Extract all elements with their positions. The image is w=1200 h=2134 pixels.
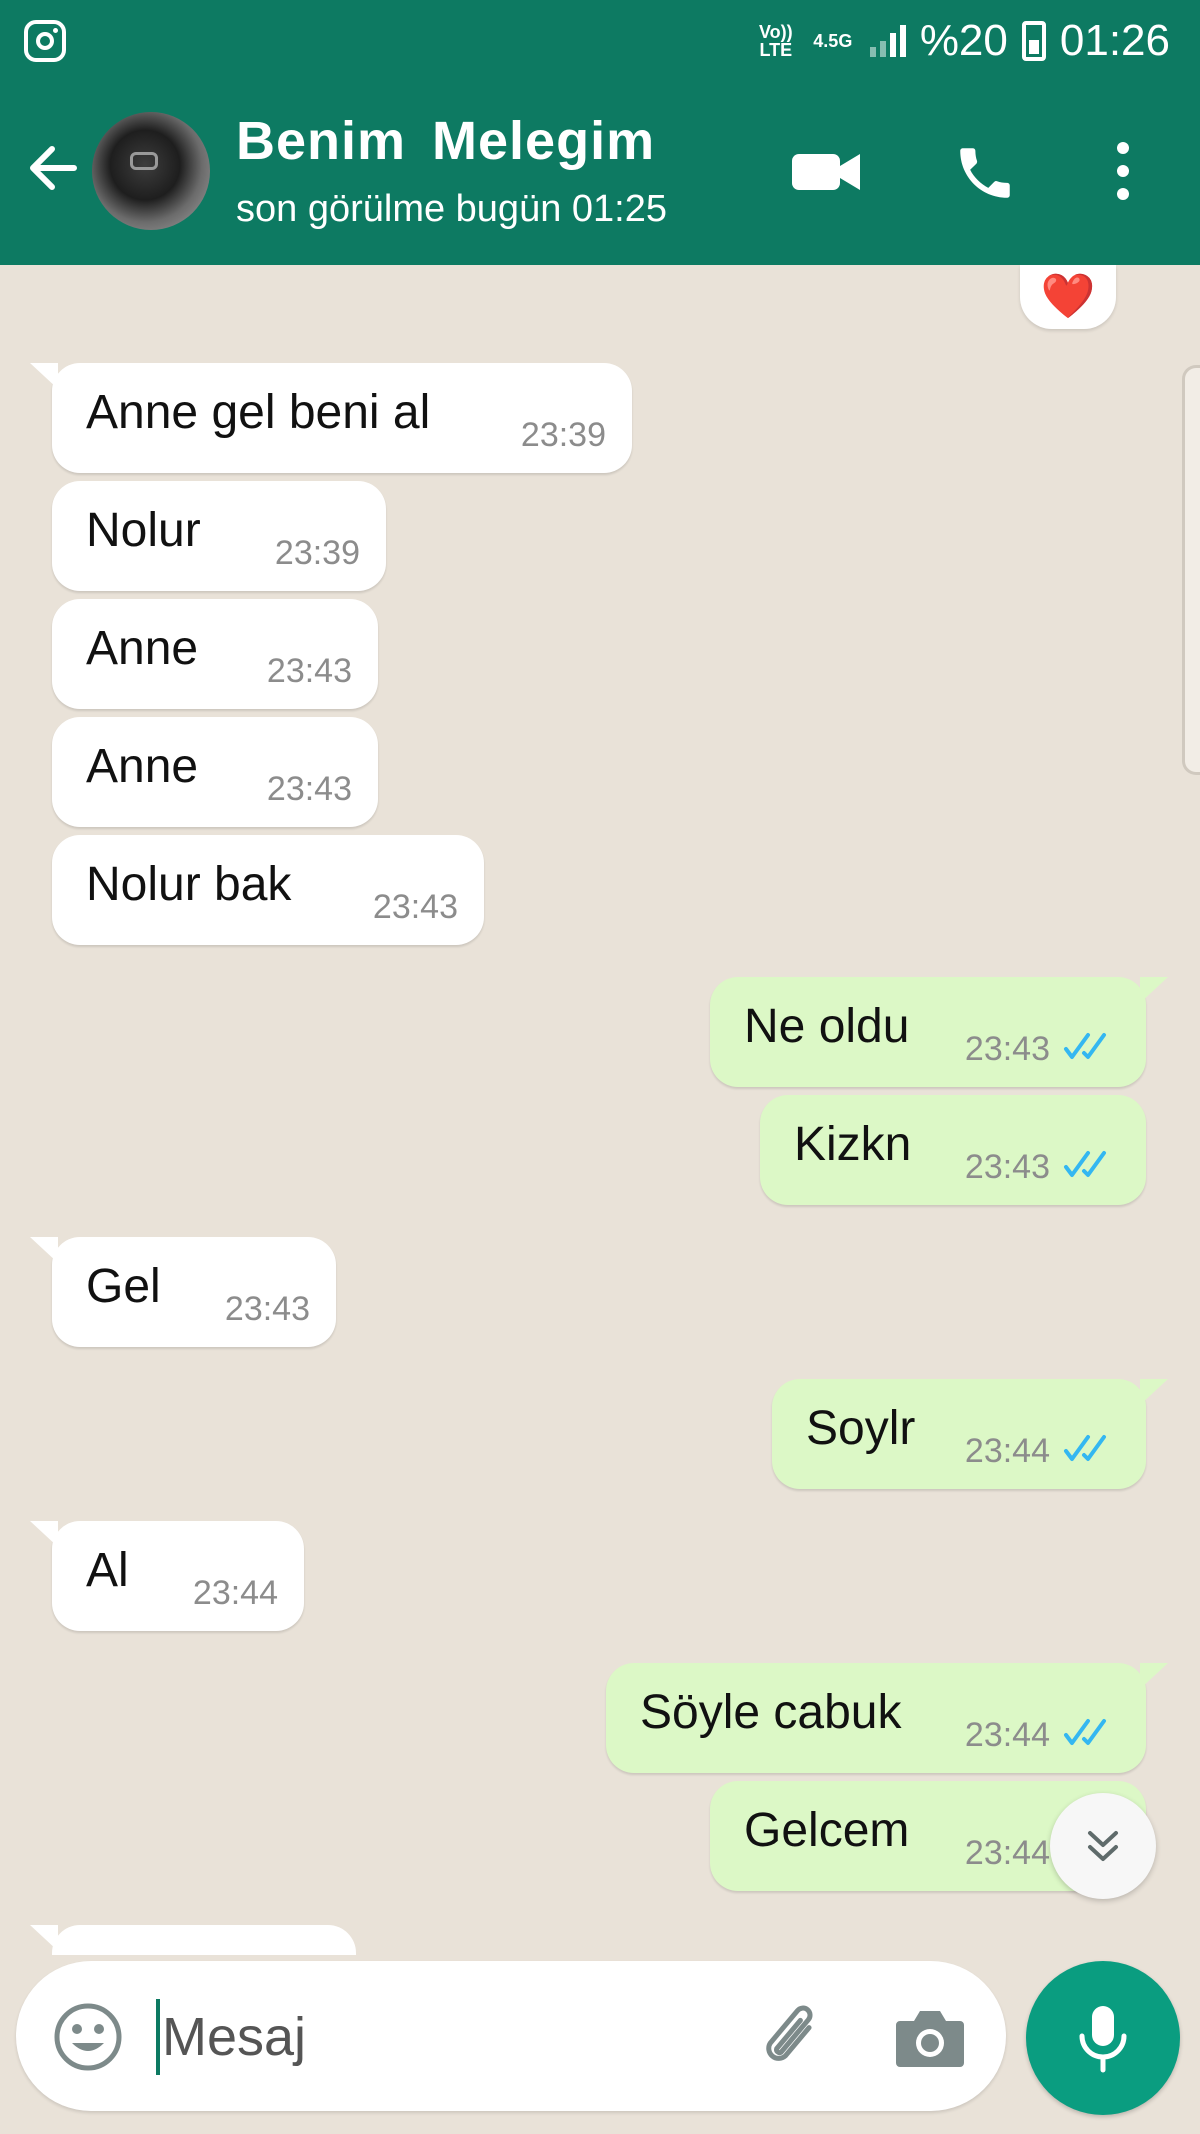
status-indicators: Vo)) LTE 4.5G %20 01:26 bbox=[756, 14, 1170, 68]
status-clock: 01:26 bbox=[1059, 16, 1170, 65]
volte-indicator: Vo)) LTE bbox=[758, 22, 793, 60]
message-text: Anne bbox=[86, 740, 199, 793]
heart-reaction[interactable]: ❤️ bbox=[1020, 265, 1116, 329]
battery-icon bbox=[1021, 21, 1046, 61]
message-input[interactable] bbox=[162, 1997, 722, 2077]
message-bubble[interactable]: Söyle cabuk 23:44 bbox=[606, 1663, 1168, 1773]
message-text: Söyle cabuk bbox=[640, 1686, 902, 1739]
message-text: Soylr bbox=[806, 1402, 916, 1455]
message-bubble[interactable]: Anne gel beni al 23:39 bbox=[30, 363, 632, 473]
message-time: 23:43 bbox=[224, 1290, 310, 1328]
battery-percent: %20 bbox=[919, 16, 1008, 65]
message-text: Gel bbox=[86, 1260, 161, 1313]
double-check-icon bbox=[1064, 1719, 1106, 1745]
message-text: Anne gel beni al bbox=[86, 386, 431, 439]
message-time: 23:44 bbox=[192, 1574, 278, 1612]
double-check-icon bbox=[1064, 1033, 1106, 1059]
heart-icon: ❤️ bbox=[1040, 272, 1096, 321]
video-call-icon[interactable] bbox=[790, 142, 862, 202]
compose-bar bbox=[0, 1955, 1200, 2134]
partial-message-bubble[interactable] bbox=[30, 1925, 356, 1955]
message-time: 23:43 bbox=[964, 1148, 1050, 1186]
double-check-icon bbox=[1064, 1435, 1106, 1461]
message-time: 23:43 bbox=[372, 888, 458, 926]
emoji-icon[interactable] bbox=[52, 2001, 124, 2073]
camera-icon[interactable] bbox=[892, 2001, 968, 2073]
more-options-icon[interactable] bbox=[1108, 138, 1138, 204]
text-cursor bbox=[156, 1999, 160, 2075]
message-bubble[interactable]: Nolur bak 23:43 bbox=[52, 835, 484, 945]
message-text: Ne oldu bbox=[744, 1000, 910, 1053]
message-bubble[interactable]: Al 23:44 bbox=[30, 1521, 304, 1631]
mic-icon bbox=[1079, 2006, 1127, 2073]
network-type: 4.5G bbox=[813, 31, 853, 51]
message-text: Al bbox=[86, 1544, 129, 1597]
message-time: 23:44 bbox=[964, 1834, 1050, 1872]
message-time: 23:44 bbox=[964, 1432, 1050, 1470]
scroll-indicator[interactable] bbox=[1182, 365, 1200, 775]
message-time: 23:43 bbox=[964, 1030, 1050, 1068]
message-bubble[interactable]: Ne oldu 23:43 bbox=[710, 977, 1168, 1087]
message-compose-box[interactable] bbox=[16, 1961, 1006, 2111]
message-time: 23:43 bbox=[266, 652, 352, 690]
status-bar: Vo)) LTE 4.5G %20 01:26 bbox=[0, 0, 1200, 80]
message-bubble[interactable]: Anne 23:43 bbox=[52, 717, 378, 827]
message-time: 23:44 bbox=[964, 1716, 1050, 1754]
message-bubble[interactable]: Soylr 23:44 bbox=[772, 1379, 1168, 1489]
chat-area[interactable]: ❤️ Anne gel beni al 23:39 Nolur 23:39 An… bbox=[0, 265, 1200, 1955]
message-text: Nolur bbox=[86, 504, 201, 557]
double-check-icon bbox=[1064, 1151, 1106, 1177]
instagram-icon bbox=[24, 20, 66, 62]
message-text: Kizkn bbox=[794, 1118, 912, 1171]
message-time: 23:43 bbox=[266, 770, 352, 808]
signal-icon bbox=[869, 25, 906, 57]
voice-call-icon[interactable] bbox=[952, 140, 1018, 206]
message-bubble[interactable]: Anne 23:43 bbox=[52, 599, 378, 709]
message-bubble[interactable]: Nolur 23:39 bbox=[52, 481, 386, 591]
message-text: Nolur bak bbox=[86, 858, 292, 911]
message-text: Anne bbox=[86, 622, 199, 675]
avatar[interactable] bbox=[92, 112, 210, 230]
message-text: Gelcem bbox=[744, 1804, 910, 1857]
mic-button[interactable] bbox=[1026, 1961, 1180, 2115]
last-seen-status: son görülme bugün 01:25 bbox=[236, 188, 667, 230]
message-bubble[interactable]: Gel 23:43 bbox=[30, 1237, 336, 1347]
scroll-down-icon bbox=[1088, 1831, 1118, 1861]
chat-header: Benim Melegim son görülme bugün 01:25 bbox=[0, 80, 1200, 265]
contact-name[interactable]: Benim Melegim bbox=[236, 110, 655, 172]
message-time: 23:39 bbox=[274, 534, 360, 572]
scroll-down-button[interactable] bbox=[1050, 1793, 1156, 1899]
message-time: 23:39 bbox=[520, 416, 606, 454]
attach-icon[interactable] bbox=[754, 1999, 834, 2079]
back-arrow-icon[interactable] bbox=[22, 138, 82, 198]
message-bubble[interactable]: Kizkn 23:43 bbox=[760, 1095, 1146, 1205]
